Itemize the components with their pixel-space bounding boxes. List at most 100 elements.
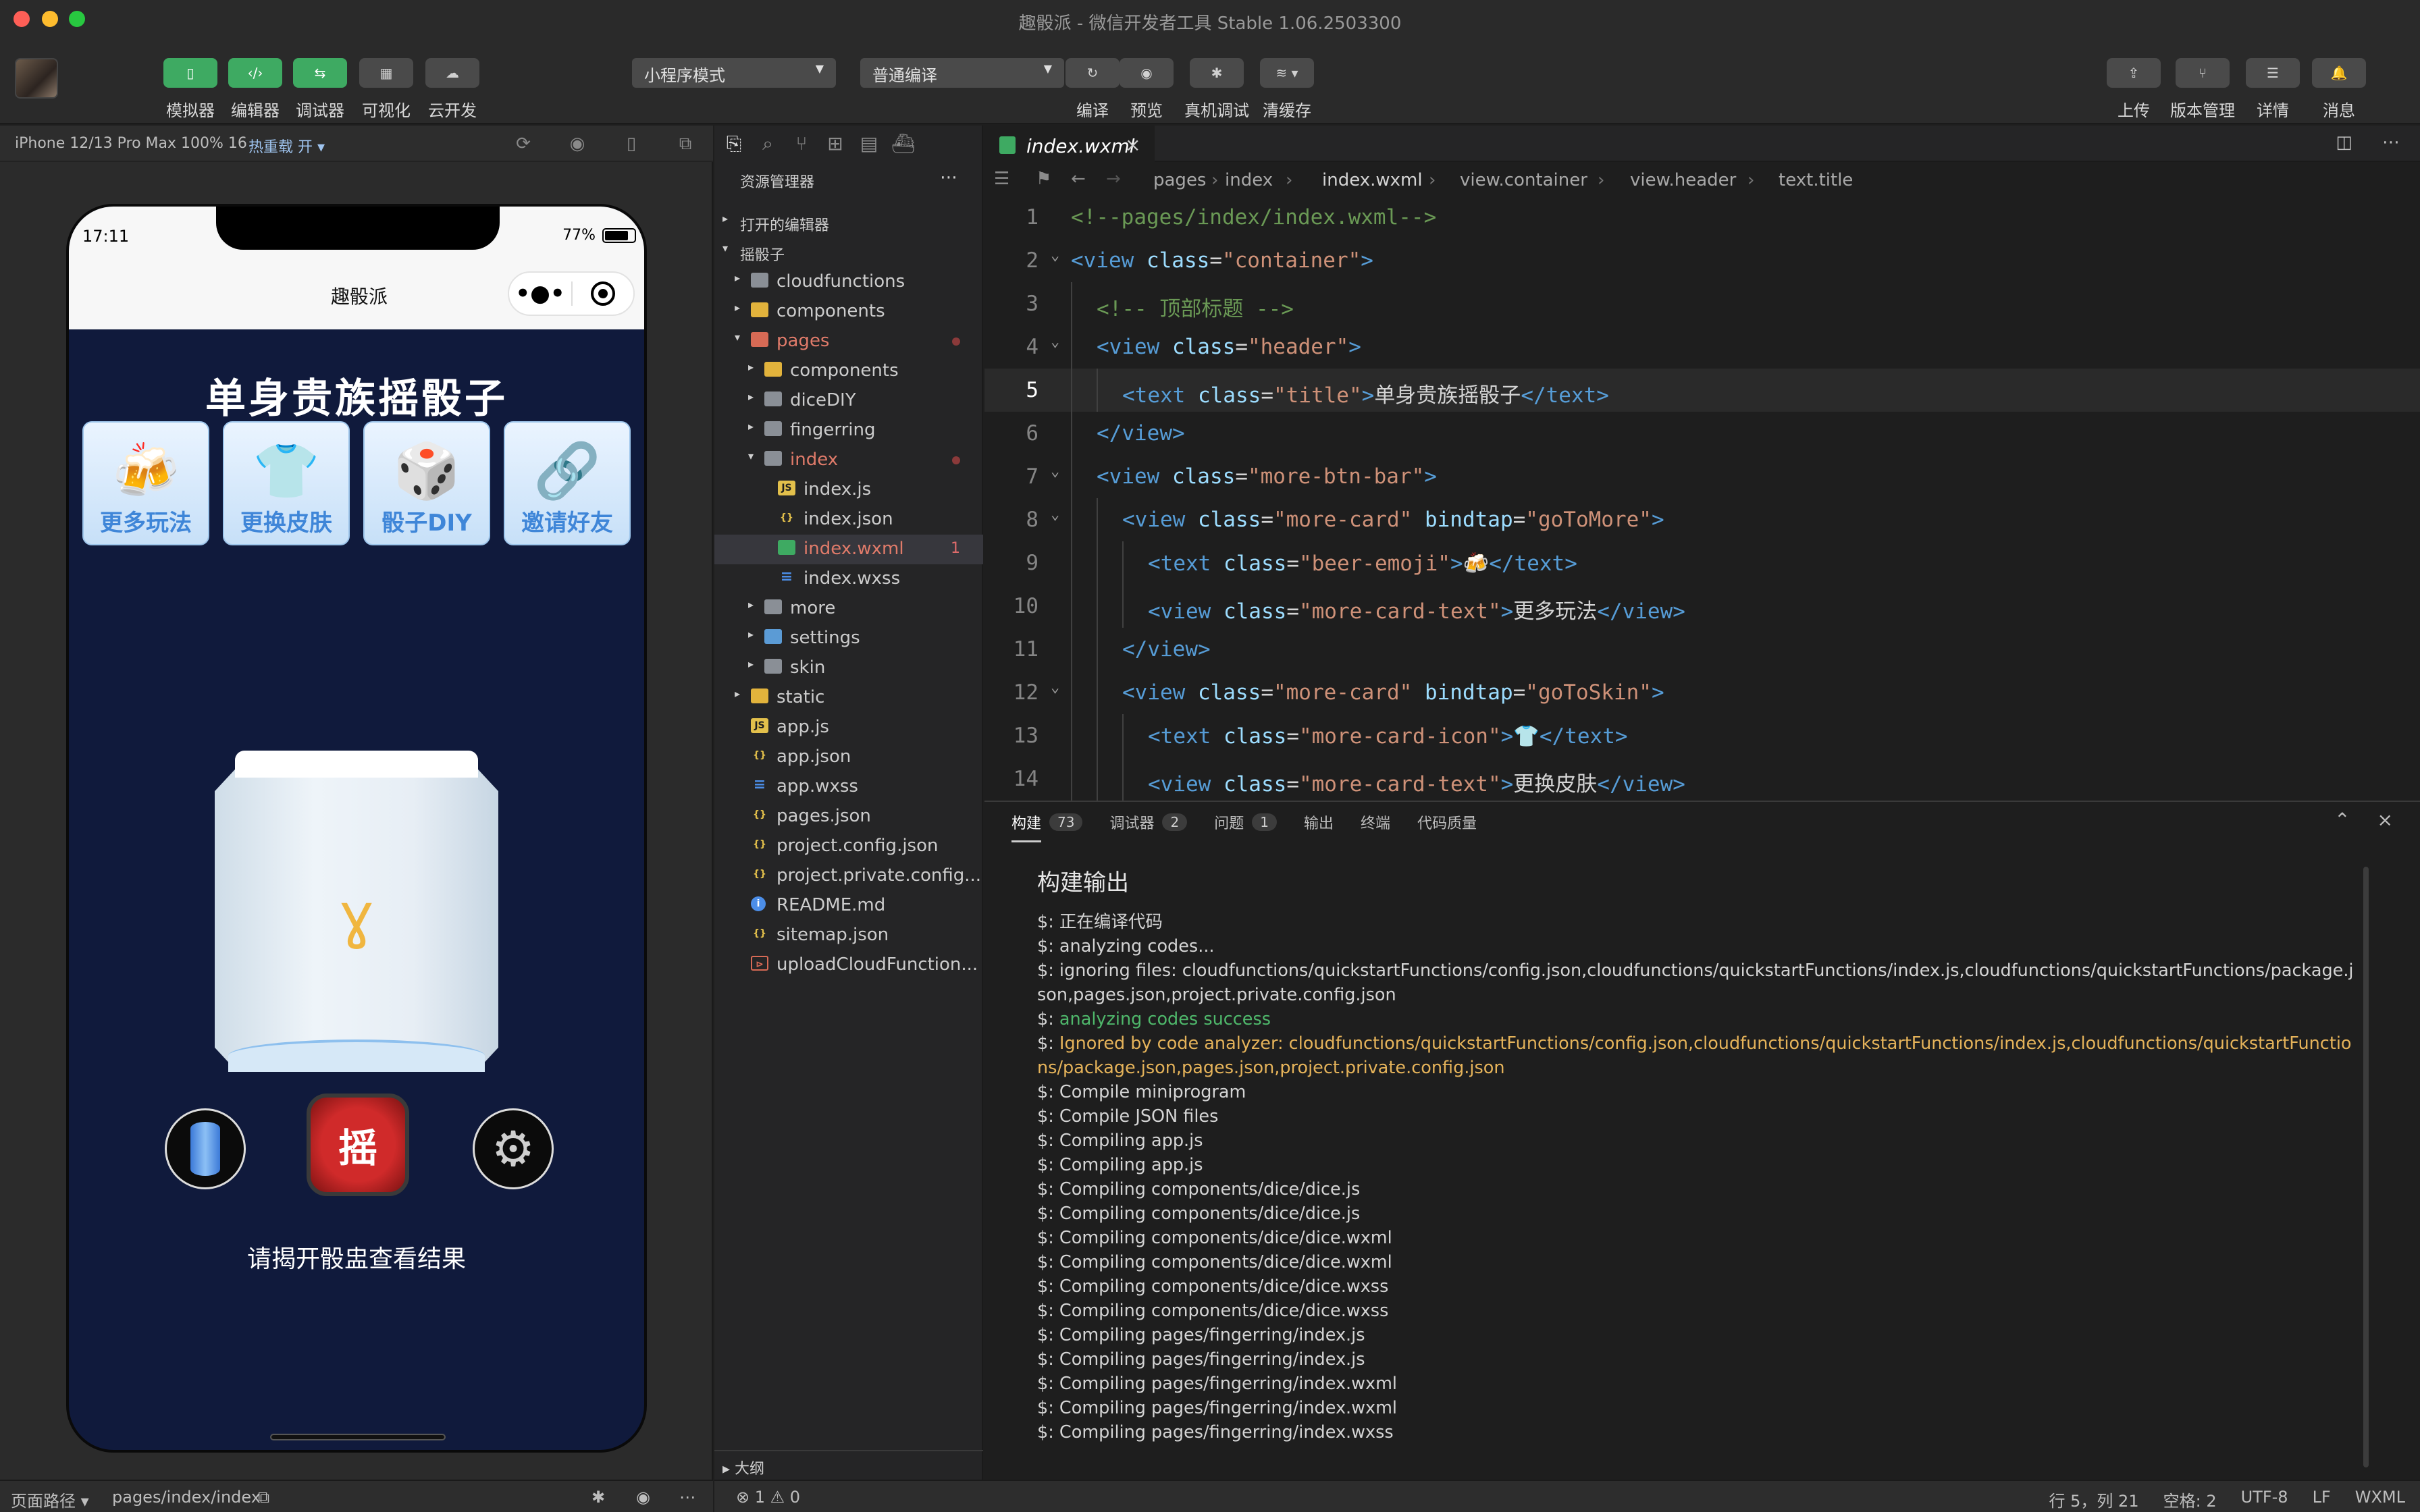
fold-chevron-icon[interactable]: ⌄ bbox=[1051, 463, 1059, 480]
crumb-index[interactable]: index bbox=[1225, 170, 1273, 190]
file-tree-item[interactable]: JS index.js bbox=[714, 475, 983, 505]
code-line[interactable]: 4 ⌄ <view class="header"> bbox=[984, 325, 2420, 369]
code-editor[interactable]: 1 <!--pages/index/index.wxml--> 2 ⌄ <view cl… bbox=[984, 196, 2420, 801]
record-icon[interactable]: ◉ bbox=[567, 134, 587, 154]
shake-button[interactable]: 摇 bbox=[307, 1094, 409, 1196]
split-editor-icon[interactable]: ◫ bbox=[2336, 132, 2352, 153]
panel-tab[interactable]: 问题 1 bbox=[1214, 809, 1277, 836]
device-select[interactable]: iPhone 12/13 Pro Max 100% 16 bbox=[15, 135, 247, 152]
code-line[interactable]: 14 <view class="more-card-text">更换皮肤</vie… bbox=[984, 757, 2420, 801]
compile-button[interactable]: ↻ 编译 bbox=[1066, 58, 1120, 121]
encoding[interactable]: UTF-8 bbox=[2241, 1488, 2288, 1511]
cup-style-button[interactable] bbox=[165, 1108, 246, 1189]
change-skin-card[interactable]: 👕 更换皮肤 bbox=[223, 421, 350, 545]
code-line[interactable]: 8 ⌄ <view class="more-card" bindtap="goToM… bbox=[984, 498, 2420, 541]
code-line[interactable]: 2 ⌄ <view class="container"> bbox=[984, 239, 2420, 282]
file-tree-item[interactable]: index.wxml 1 bbox=[714, 535, 983, 564]
tab-index-wxml[interactable]: index.wxml × bbox=[984, 126, 1155, 162]
file-tree-item[interactable]: i README.md bbox=[714, 891, 983, 921]
folder-tree-item[interactable]: ▸ cloudfunctions bbox=[714, 267, 983, 297]
copy-icon[interactable]: ⧉ bbox=[258, 1488, 269, 1507]
cloud-dev-button[interactable]: ☁ 云开发 bbox=[425, 58, 479, 121]
file-tree-item[interactable]: {} app.json bbox=[714, 742, 983, 772]
crumb-view-container[interactable]: view.container bbox=[1460, 170, 1587, 190]
fold-chevron-icon[interactable]: ⌄ bbox=[1051, 247, 1059, 264]
folder-tree-item[interactable]: ▸ static bbox=[714, 683, 983, 713]
panel-tab[interactable]: 构建 73 bbox=[1011, 809, 1083, 842]
cursor-position[interactable]: 行 5，列 21 bbox=[2049, 1488, 2139, 1511]
file-tree-item[interactable]: ≡ index.wxss bbox=[714, 564, 983, 594]
code-line[interactable]: 7 ⌄ <view class="more-btn-bar"> bbox=[984, 455, 2420, 498]
settings-button[interactable]: ⚙ bbox=[473, 1108, 554, 1189]
fold-chevron-icon[interactable]: ⌄ bbox=[1051, 679, 1059, 696]
chevron-up-icon[interactable]: ⌃ bbox=[2334, 809, 2350, 831]
source-control-icon[interactable]: ⑂ bbox=[790, 132, 813, 155]
project-section[interactable]: ▾ 摇骰子 bbox=[714, 238, 983, 267]
remote-debug-button[interactable]: ✱ 真机调试 bbox=[1184, 58, 1249, 121]
invite-friends-card[interactable]: 🔗 邀请好友 bbox=[504, 421, 631, 545]
crumb-file[interactable]: index.wxml bbox=[1322, 170, 1423, 190]
debugger-toggle-button[interactable]: ⇆ 调试器 bbox=[293, 58, 347, 121]
extensions-icon[interactable]: ⊞ bbox=[824, 132, 847, 155]
indentation[interactable]: 空格: 2 bbox=[2163, 1488, 2217, 1511]
bookmark-icon[interactable]: ⚑ bbox=[1036, 169, 1051, 189]
compile-mode-select[interactable]: 普通编译 ▼ bbox=[860, 58, 1064, 88]
more-dots-icon[interactable]: •●• bbox=[509, 282, 571, 305]
back-arrow-icon[interactable]: ← bbox=[1071, 169, 1086, 189]
more-icon[interactable]: ⋯ bbox=[940, 167, 957, 188]
bug-icon[interactable]: ✱ bbox=[591, 1488, 605, 1507]
folder-tree-item[interactable]: ▾ index bbox=[714, 446, 983, 475]
folder-tree-item[interactable]: ▸ components bbox=[714, 297, 983, 327]
avatar[interactable] bbox=[15, 58, 58, 99]
file-tree-item[interactable]: {} pages.json bbox=[714, 802, 983, 832]
dice-cup[interactable]: ɣ bbox=[215, 751, 498, 1072]
crumb-text-title[interactable]: text.title bbox=[1779, 170, 1853, 190]
code-line[interactable]: 5 <text class="title">单身贵族摇骰子</text> bbox=[984, 369, 2420, 412]
panel-tab[interactable]: 调试器 2 bbox=[1109, 809, 1188, 836]
panel-tab[interactable]: 终端 bbox=[1361, 809, 1390, 836]
list-icon[interactable]: ☰ bbox=[994, 169, 1009, 189]
more-icon[interactable]: ⋯ bbox=[2382, 132, 2400, 153]
more-icon[interactable]: ⋯ bbox=[679, 1488, 695, 1507]
code-line[interactable]: 6 </view> bbox=[984, 412, 2420, 455]
mode-select[interactable]: 小程序模式 ▼ bbox=[632, 58, 836, 88]
folder-tree-item[interactable]: ▸ settings bbox=[714, 624, 983, 653]
language-mode[interactable]: WXML bbox=[2355, 1488, 2405, 1511]
docker-icon[interactable]: ⛴ bbox=[891, 132, 916, 155]
open-editors-section[interactable]: ▸ 打开的编辑器 bbox=[714, 208, 983, 238]
crumb-pages[interactable]: pages bbox=[1153, 170, 1206, 190]
end-of-line[interactable]: LF bbox=[2313, 1488, 2331, 1511]
file-tree-item[interactable]: ⊳ uploadCloudFunction... bbox=[714, 950, 983, 980]
fold-chevron-icon[interactable]: ⌄ bbox=[1051, 333, 1059, 350]
code-line[interactable]: 13 <text class="more-card-icon">👕</text> bbox=[984, 714, 2420, 757]
file-tree-item[interactable]: ≡ app.wxss bbox=[714, 772, 983, 802]
version-control-button[interactable]: ⑂ 版本管理 bbox=[2170, 58, 2235, 121]
problems-indicator[interactable]: ⊗ 1 ⚠ 0 bbox=[736, 1488, 800, 1507]
hot-reload-toggle[interactable]: 热重载 开 ▾ bbox=[248, 135, 325, 157]
code-line[interactable]: 11 </view> bbox=[984, 628, 2420, 671]
file-tree-item[interactable]: {} project.private.config... bbox=[714, 861, 983, 891]
close-target-icon[interactable] bbox=[573, 281, 633, 306]
folder-tree-item[interactable]: ▸ more bbox=[714, 594, 983, 624]
panel-tab[interactable]: 输出 bbox=[1304, 809, 1334, 836]
popout-icon[interactable]: ⧉ bbox=[675, 134, 695, 154]
search-icon[interactable]: ⌕ bbox=[756, 132, 779, 155]
folder-tree-item[interactable]: ▸ skin bbox=[714, 653, 983, 683]
crumb-view-header[interactable]: view.header bbox=[1630, 170, 1736, 190]
folder-tree-item[interactable]: ▸ components bbox=[714, 356, 983, 386]
code-line[interactable]: 9 <text class="beer-emoji">🍻</text> bbox=[984, 541, 2420, 585]
simulator-toggle-button[interactable]: ▯ 模拟器 bbox=[163, 58, 217, 121]
file-tree-item[interactable]: {} index.json bbox=[714, 505, 983, 535]
fold-chevron-icon[interactable]: ⌄ bbox=[1051, 506, 1059, 523]
phone-icon[interactable]: ▯ bbox=[621, 134, 641, 154]
close-icon[interactable]: × bbox=[2377, 809, 2393, 831]
forward-arrow-icon[interactable]: → bbox=[1106, 169, 1121, 189]
files-icon[interactable]: ⎘ bbox=[722, 132, 745, 155]
preview-button[interactable]: ◉ 预览 bbox=[1120, 58, 1174, 121]
details-button[interactable]: ☰ 详情 bbox=[2246, 58, 2300, 121]
folder-tree-item[interactable]: ▸ diceDIY bbox=[714, 386, 983, 416]
visual-toggle-button[interactable]: ▦ 可视化 bbox=[359, 58, 413, 121]
eye-icon[interactable]: ◉ bbox=[636, 1488, 650, 1507]
file-tree-item[interactable]: JS app.js bbox=[714, 713, 983, 742]
code-line[interactable]: 10 <view class="more-card-text">更多玩法</vie… bbox=[984, 585, 2420, 628]
